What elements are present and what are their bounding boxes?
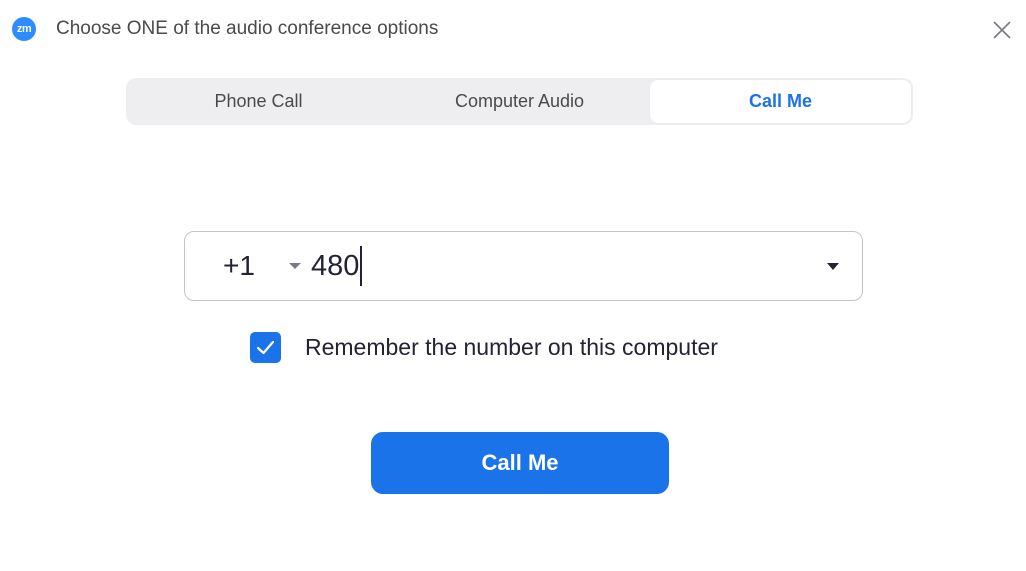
- close-icon[interactable]: [990, 18, 1014, 42]
- checkmark-icon: [256, 340, 275, 355]
- zoom-logo-icon: zm: [12, 17, 36, 41]
- audio-option-tabs: Phone Call Computer Audio Call Me: [126, 78, 913, 125]
- tab-phone-call[interactable]: Phone Call: [128, 80, 389, 123]
- tab-computer-audio[interactable]: Computer Audio: [389, 80, 650, 123]
- remember-number-checkbox[interactable]: [250, 332, 281, 363]
- audio-options-dialog: zm Choose ONE of the audio conference op…: [0, 0, 1026, 571]
- phone-number-input[interactable]: 480: [311, 246, 363, 286]
- chevron-down-icon[interactable]: [827, 263, 839, 270]
- country-code-select[interactable]: +1: [223, 232, 255, 300]
- chevron-down-icon[interactable]: [289, 263, 301, 269]
- call-me-button[interactable]: Call Me: [371, 432, 669, 494]
- tab-call-me[interactable]: Call Me: [650, 80, 911, 123]
- dialog-title: Choose ONE of the audio conference optio…: [56, 18, 439, 39]
- remember-number-label: Remember the number on this computer: [305, 334, 718, 360]
- phone-number-field[interactable]: +1 480: [184, 231, 863, 301]
